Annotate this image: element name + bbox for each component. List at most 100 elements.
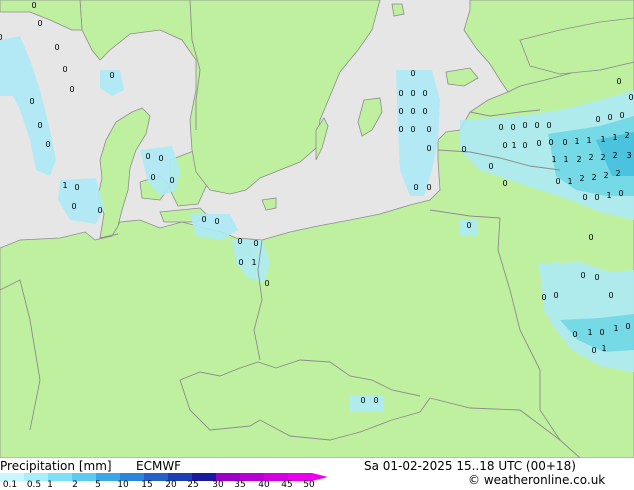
- precip-area-northwest-corner: [0, 70, 14, 96]
- precip-value-label: 1: [551, 155, 556, 164]
- precip-value-label: 0: [0, 33, 3, 42]
- precip-value-label: 0: [37, 19, 42, 28]
- precip-value-label: 0: [158, 154, 163, 163]
- precip-value-label: 0: [594, 273, 599, 282]
- precip-area-czech-spot: [350, 396, 384, 412]
- precip-value-label: 0: [360, 396, 365, 405]
- precip-value-label: 2: [579, 174, 584, 183]
- precip-value-label: 1: [567, 177, 572, 186]
- precip-value-label: 0: [625, 322, 630, 331]
- precip-value-label: 1: [606, 191, 611, 200]
- precip-value-label: 0: [398, 107, 403, 116]
- legend-tick-label: 15: [141, 480, 153, 490]
- precip-value-label: 0: [534, 121, 539, 130]
- precip-value-label: 1: [511, 141, 516, 150]
- precip-value-label: 2: [600, 153, 605, 162]
- legend-tick-label: 25: [187, 480, 199, 490]
- precip-value-label: 3: [626, 151, 631, 160]
- precip-value-label: 0: [214, 217, 219, 226]
- precip-value-label: 0: [522, 141, 527, 150]
- precip-value-label: 0: [546, 121, 551, 130]
- precip-value-label: 0: [410, 89, 415, 98]
- precip-value-label: 0: [582, 193, 587, 202]
- legend-tick-label: 50: [303, 480, 315, 490]
- precip-value-label: 0: [54, 43, 59, 52]
- legend-ticks: 0.1 0.5 1 2 5 10 15 20 25 30 35 40 45 50: [0, 481, 340, 490]
- legend-tick-label: 30: [212, 480, 224, 490]
- legend-tick-label: 0.1: [2, 480, 18, 490]
- precip-value-label: 0: [74, 183, 79, 192]
- precip-value-label: 0: [548, 138, 553, 147]
- precip-value-label: 0: [109, 71, 114, 80]
- map-title: Precipitation [mm]: [0, 459, 112, 473]
- precip-value-label: 2: [615, 169, 620, 178]
- precip-value-label: 0: [502, 141, 507, 150]
- precip-value-label: 0: [373, 396, 378, 405]
- precip-value-label: 0: [488, 162, 493, 171]
- precip-value-label: 0: [169, 176, 174, 185]
- valid-time: Sa 01-02-2025 15..18 UTC (00+18): [364, 459, 576, 473]
- precip-value-label: 0: [410, 69, 415, 78]
- precip-value-label: 2: [603, 171, 608, 180]
- precip-value-label: 0: [145, 152, 150, 161]
- precip-value-label: 1: [587, 328, 592, 337]
- precip-value-label: 1: [574, 137, 579, 146]
- precip-value-label: 0: [580, 271, 585, 280]
- precip-value-label: 0: [37, 121, 42, 130]
- precip-value-label: 0: [150, 173, 155, 182]
- legend-tick-label: 40: [258, 480, 270, 490]
- precip-value-label: 0: [264, 279, 269, 288]
- land-northsea-islet: [391, 3, 405, 17]
- precip-value-label: 1: [563, 155, 568, 164]
- precip-value-label: 1: [62, 181, 67, 190]
- precip-value-label: 0: [466, 221, 471, 230]
- precip-value-label: 2: [576, 155, 581, 164]
- precip-value-label: 0: [413, 183, 418, 192]
- model-name: ECMWF: [136, 459, 182, 473]
- precip-value-label: 0: [253, 239, 258, 248]
- precip-value-label: 0: [31, 1, 36, 10]
- credit[interactable]: © weatheronline.co.uk: [468, 473, 605, 487]
- precip-value-label: 2: [588, 153, 593, 162]
- precip-value-label: 2: [612, 151, 617, 160]
- precip-value-label: 0: [572, 330, 577, 339]
- precip-value-label: 0: [502, 179, 507, 188]
- precip-value-label: 0: [45, 140, 50, 149]
- precip-value-label: 0: [422, 107, 427, 116]
- precip-value-label: 1: [613, 324, 618, 333]
- precip-value-label: 0: [562, 138, 567, 147]
- precip-value-label: 0: [591, 346, 596, 355]
- precip-value-label: 0: [619, 111, 624, 120]
- legend-colorbar-arrow: [312, 473, 328, 481]
- legend-tick-label: 5: [95, 480, 101, 490]
- precip-value-label: 2: [591, 173, 596, 182]
- precip-value-label: 0: [541, 293, 546, 302]
- precip-value-label: 0: [422, 89, 427, 98]
- precip-value-label: 1: [251, 258, 256, 267]
- precip-value-label: 0: [201, 215, 206, 224]
- precip-value-label: 0: [97, 206, 102, 215]
- legend-tick-label: 0.5: [26, 480, 42, 490]
- precip-value-label: 0: [398, 89, 403, 98]
- precip-value-label: 0: [553, 291, 558, 300]
- precip-value-label: 0: [426, 183, 431, 192]
- precip-value-label: 0: [536, 139, 541, 148]
- precip-value-label: 0: [510, 123, 515, 132]
- precip-value-label: 0: [595, 115, 600, 124]
- precip-value-label: 0: [618, 189, 623, 198]
- legend-tick-label: 2: [72, 480, 78, 490]
- precip-value-label: 0: [599, 328, 604, 337]
- precip-value-label: 0: [410, 107, 415, 116]
- precip-value-label: 0: [616, 77, 621, 86]
- precip-value-label: 0: [69, 85, 74, 94]
- precip-value-label: 0: [522, 121, 527, 130]
- precip-value-label: 0: [238, 258, 243, 267]
- precip-value-label: 0: [555, 177, 560, 186]
- precip-value-label: 0: [628, 93, 633, 102]
- legend-tick-label: 35: [234, 480, 246, 490]
- precipitation-map[interactable]: 0000000000000100000000010000000000000000…: [0, 0, 634, 458]
- precip-value-label: 1: [601, 344, 606, 353]
- legend-tick-label: 45: [281, 480, 293, 490]
- precip-value-label: 0: [398, 125, 403, 134]
- legend-tick-label: 10: [117, 480, 129, 490]
